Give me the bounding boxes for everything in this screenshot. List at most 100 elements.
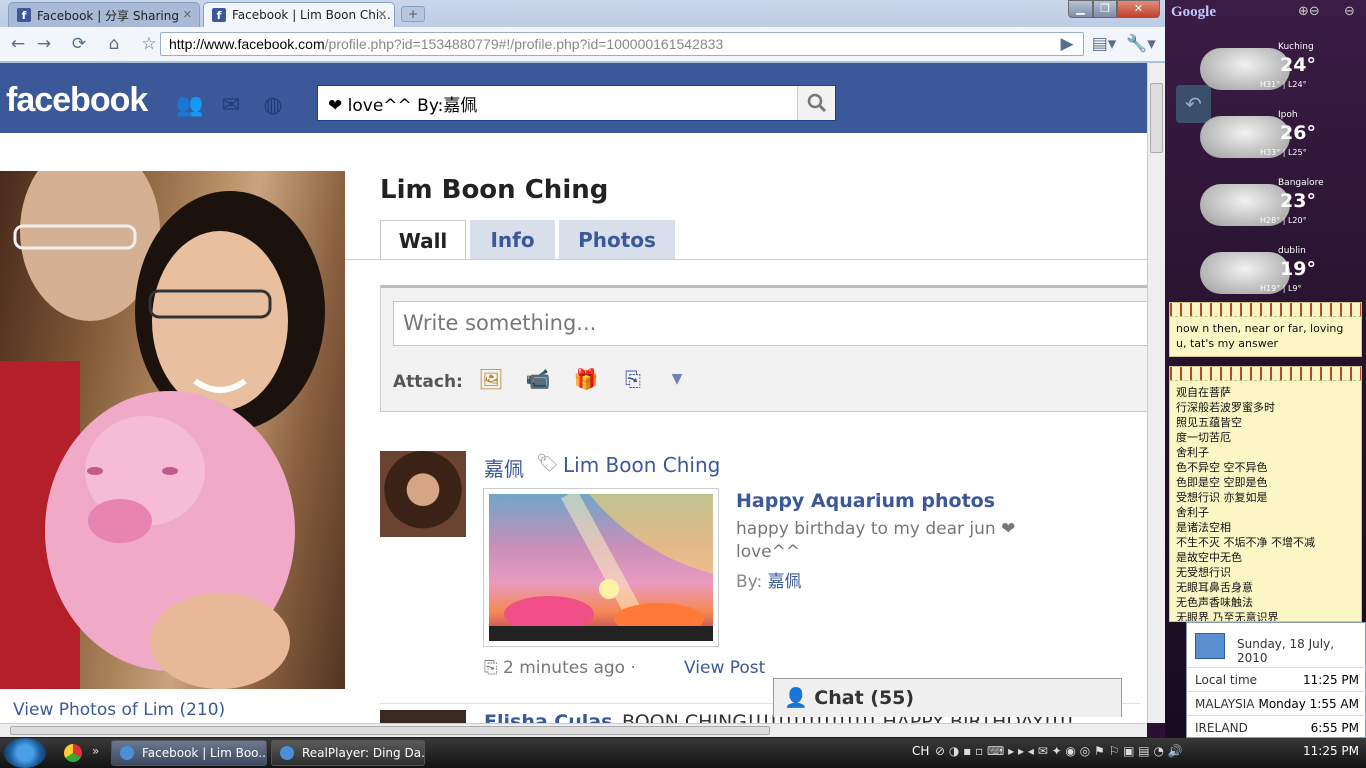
- tab-info[interactable]: Info: [470, 220, 555, 260]
- messages-icon[interactable]: ✉: [218, 93, 244, 119]
- weather-gadget-dublin[interactable]: dublin 19° H19° | L9°: [1200, 244, 1320, 306]
- weather-gadget-kuching[interactable]: Kuching 24° H31° | L24°: [1200, 40, 1320, 102]
- system-tray-icons[interactable]: ⊘ ◑ ▪ ▫ ⌨ ▸ ▸ ◂ ✉ ✦ ◉ ◎ ⚑ ⚐ ▣ ▤ ◔ 🔊: [935, 744, 1295, 760]
- facebook-logo[interactable]: facebook: [6, 81, 148, 120]
- weather-temp: 24°: [1280, 54, 1316, 76]
- note-line: 无眼耳鼻舌身意: [1176, 581, 1253, 594]
- next-story-author[interactable]: Elisha Culas: [484, 711, 612, 723]
- sticky-note-1[interactable]: now n then, near or far, loving u, tat's…: [1169, 302, 1362, 357]
- tab-title: Facebook | Lim Boon Chi...: [232, 8, 391, 22]
- close-tab-icon[interactable]: ✕: [183, 8, 192, 21]
- new-tab-button[interactable]: +: [401, 6, 425, 22]
- restore-button[interactable]: ❐: [1093, 0, 1117, 18]
- search-box: [317, 85, 836, 121]
- go-icon[interactable]: ▶: [1055, 33, 1079, 55]
- notifications-globe-icon[interactable]: ◍: [260, 93, 286, 119]
- chat-status-icon: 👤: [784, 687, 815, 709]
- clock-value: 11:25 PM: [1303, 673, 1359, 687]
- note-line: 色即是空 空即是色: [1176, 476, 1268, 489]
- note-line: 是故空中无色: [1176, 551, 1242, 564]
- weather-gadget-bangalore[interactable]: Bangalore 23° H28° | L20°: [1200, 176, 1324, 238]
- taskbar-item-label: RealPlayer: Ding Da...: [302, 746, 425, 760]
- view-post-link[interactable]: View Post: [684, 658, 765, 678]
- story-message: happy birthday to my dear jun ❤ love^^: [736, 519, 1016, 562]
- quicklaunch-more-icon[interactable]: »: [92, 744, 99, 758]
- realplayer-icon: [280, 746, 294, 760]
- chrome-icon: [120, 746, 134, 760]
- browser-tab-profile[interactable]: f Facebook | Lim Boon Chi... ✕: [203, 2, 395, 27]
- app-small-icon: ⎘: [484, 658, 504, 678]
- horizontal-scrollbar-thumb[interactable]: [10, 726, 770, 735]
- reload-icon[interactable]: ⟳: [67, 33, 91, 55]
- url-domain: http://www.facebook.com: [169, 36, 325, 52]
- close-tab-icon[interactable]: ✕: [378, 8, 387, 21]
- weather-temp: 23°: [1280, 190, 1316, 212]
- address-bar[interactable]: http://www.facebook.com/profile.php?id=1…: [160, 32, 1084, 56]
- clock-label: MALAYSIA: [1195, 697, 1255, 711]
- attach-photo-icon[interactable]: 🖼: [477, 366, 505, 392]
- chat-label: Chat (55): [814, 687, 915, 709]
- google-gadget-logo[interactable]: Google: [1171, 4, 1216, 21]
- taskbar-item-realplayer[interactable]: RealPlayer: Ding Da...: [271, 740, 425, 766]
- wrench-menu-icon[interactable]: 🔧▾: [1126, 33, 1156, 55]
- story-timestamp[interactable]: 2 minutes ago: [503, 658, 625, 678]
- clock-date: Sunday, 18 July, 2010: [1237, 637, 1335, 665]
- attach-link-icon[interactable]: ⎘: [619, 366, 647, 392]
- browser-tab-sharing[interactable]: f Facebook | 分享 Sharing ✕: [8, 2, 200, 27]
- page-menu-icon[interactable]: ▤▾: [1090, 33, 1118, 55]
- weather-high-low: H28° | L20°: [1260, 216, 1307, 225]
- back-icon[interactable]: ←: [6, 33, 30, 55]
- meta-separator: ·: [630, 658, 636, 678]
- notepad-spiral: [1170, 367, 1361, 381]
- sidebar-add-icon[interactable]: ⊕⊖: [1298, 4, 1320, 19]
- forward-icon[interactable]: →: [32, 33, 56, 55]
- weather-gadget-ipoh[interactable]: Ipoh 26° H33° | L25°: [1200, 108, 1320, 170]
- note-line: 行深般若波罗蜜多时: [1176, 401, 1275, 414]
- write-something-input[interactable]: Write something...: [393, 301, 1147, 346]
- note-text: now n then, near or far, loving u, tat's…: [1176, 322, 1344, 350]
- taskbar-clock[interactable]: 11:25 PM: [1303, 744, 1359, 758]
- horizontal-scrollbar[interactable]: [0, 723, 1147, 737]
- note-line: 不生不灭 不垢不净 不增不减: [1176, 536, 1315, 549]
- tab-photos[interactable]: Photos: [559, 220, 675, 260]
- note-line: 受想行识 亦复如是: [1176, 491, 1268, 504]
- story-meta: ⎘ 2 minutes ago ·: [484, 658, 636, 678]
- story-target-link[interactable]: Lim Boon Ching: [563, 453, 720, 477]
- attach-video-icon[interactable]: 📹: [524, 366, 552, 392]
- app-title-link[interactable]: Happy Aquarium photos: [736, 490, 995, 512]
- close-window-button[interactable]: ✕: [1117, 0, 1160, 18]
- language-indicator[interactable]: CH: [912, 744, 929, 758]
- attach-event-icon[interactable]: 🎁: [572, 366, 600, 392]
- bookmark-star-icon[interactable]: ☆: [137, 33, 161, 55]
- story-author-link[interactable]: 嘉佩: [484, 453, 524, 482]
- vertical-scrollbar-thumb[interactable]: [1150, 83, 1163, 153]
- weather-high-low: H33° | L25°: [1260, 148, 1307, 157]
- chat-bar[interactable]: 👤 Chat (55): [773, 678, 1122, 717]
- weather-city: Kuching: [1278, 42, 1314, 52]
- friend-requests-icon[interactable]: 👥: [176, 93, 203, 119]
- browser-toolbar: ← → ⟳ ⌂ ☆ http://www.facebook.com/profil…: [0, 27, 1165, 62]
- by-label: By:: [736, 572, 763, 592]
- sticky-note-2[interactable]: 观自在菩萨 行深般若波罗蜜多时 照见五蕴皆空 度一切苦厄 舍利子 色不异空 空不…: [1169, 366, 1362, 622]
- tag-arrow-icon: 🏷: [536, 453, 559, 474]
- next-story-avatar[interactable]: [380, 710, 466, 723]
- home-icon[interactable]: ⌂: [102, 33, 126, 55]
- story-author-avatar[interactable]: [380, 451, 466, 537]
- chrome-quicklaunch-icon[interactable]: [64, 744, 82, 762]
- sidebar-minimize-icon[interactable]: ⊖: [1344, 4, 1355, 19]
- view-photos-link[interactable]: View Photos of Lim (210): [13, 700, 225, 720]
- profile-picture[interactable]: [0, 171, 345, 689]
- vertical-scrollbar[interactable]: [1147, 63, 1165, 723]
- aquarium-photo[interactable]: [483, 488, 719, 647]
- attach-more-dropdown-icon[interactable]: ▼: [663, 366, 691, 392]
- minimize-button[interactable]: ▁: [1068, 0, 1093, 18]
- start-button[interactable]: [4, 738, 46, 768]
- note-line: 是诸法空相: [1176, 521, 1231, 534]
- profile-name: Lim Boon Ching: [380, 175, 609, 205]
- search-button[interactable]: [797, 86, 835, 120]
- tab-wall[interactable]: Wall: [380, 220, 466, 260]
- taskbar-item-label: Facebook | Lim Boo...: [142, 746, 267, 760]
- taskbar-item-facebook[interactable]: Facebook | Lim Boo...: [111, 740, 267, 766]
- by-name-link[interactable]: 嘉佩: [768, 572, 802, 592]
- search-input[interactable]: [318, 86, 798, 120]
